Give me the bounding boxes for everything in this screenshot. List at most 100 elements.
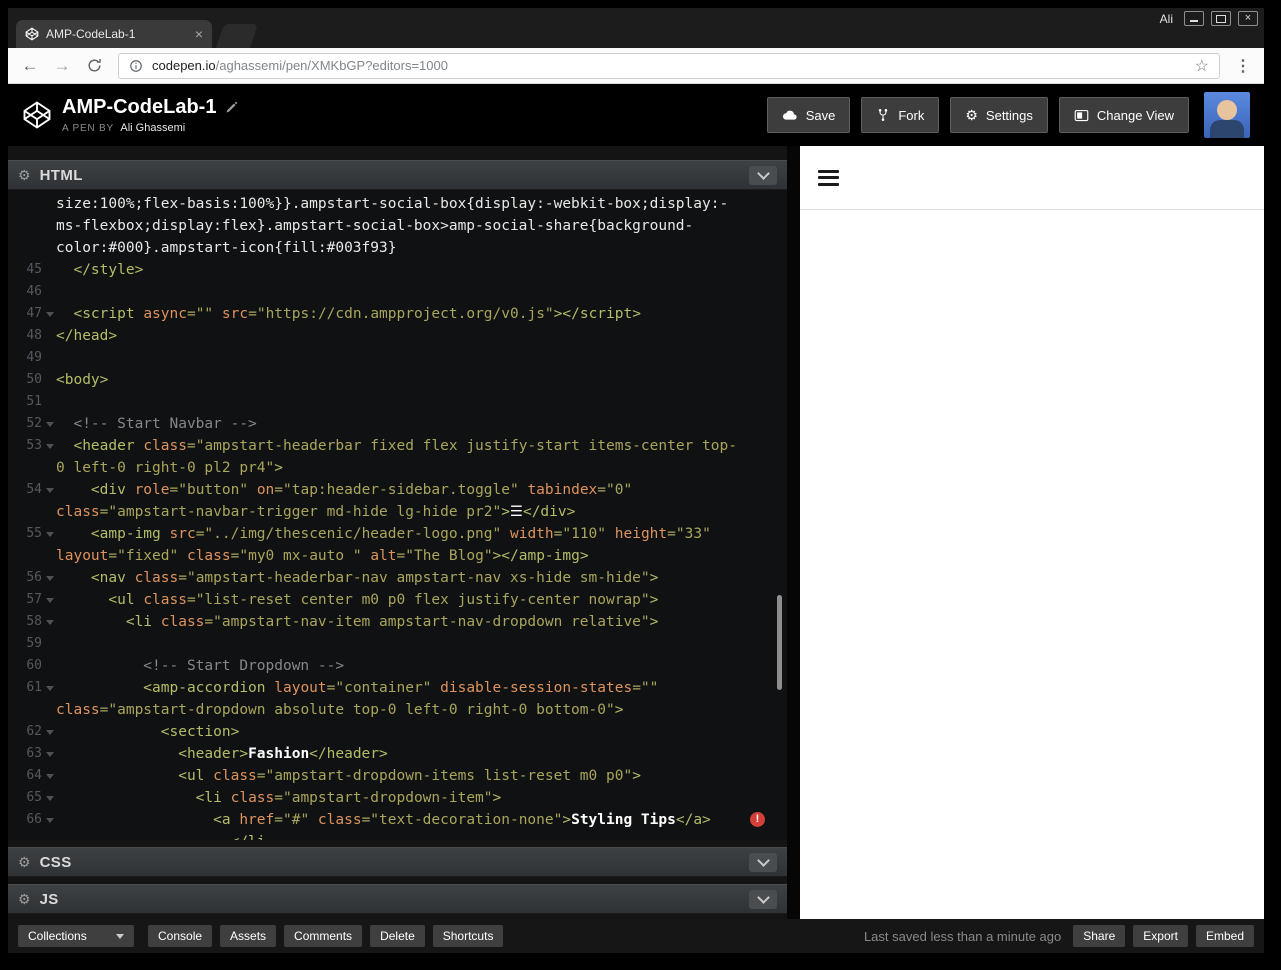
edit-title-icon[interactable] xyxy=(225,101,238,114)
tab-title: AMP-CodeLab-1 xyxy=(46,27,136,41)
code-fold-icon[interactable] xyxy=(42,589,56,611)
code-line[interactable]: 62 <section> xyxy=(8,721,787,743)
code-fold-icon[interactable] xyxy=(42,787,56,809)
browser-window: AMP-CodeLab-1 × Ali × ← → codepen.io/agh… xyxy=(8,8,1264,955)
code-line[interactable]: 0 left-0 right-0 pl2 pr4"> xyxy=(8,457,787,479)
code-line[interactable]: ms-flexbox;display:flex}.ampstart-social… xyxy=(8,215,787,237)
code-line[interactable]: layout="fixed" class="my0 mx-auto " alt=… xyxy=(8,545,787,567)
user-avatar[interactable] xyxy=(1204,92,1250,138)
code-fold-icon[interactable] xyxy=(42,435,56,457)
code-line[interactable]: 48 </head> xyxy=(8,325,787,347)
html-editor[interactable]: size:100%;flex-basis:100%}}.ampstart-soc… xyxy=(8,190,787,840)
css-pane-collapse-button[interactable] xyxy=(749,852,777,872)
bookmark-star-icon[interactable]: ☆ xyxy=(1195,56,1209,76)
maximize-button[interactable] xyxy=(1211,11,1231,26)
code-line[interactable]: 54 <div role="button" on="tap:header-sid… xyxy=(8,479,787,501)
code-line[interactable]: 64 <ul class="ampstart-dropdown-items li… xyxy=(8,765,787,787)
code-fold-gutter xyxy=(42,237,56,259)
code-line[interactable]: 57 <ul class="list-reset center m0 p0 fl… xyxy=(8,589,787,611)
html-pane-gear-icon[interactable]: ⚙ xyxy=(18,167,31,184)
css-pane-header[interactable]: ⚙ CSS xyxy=(8,847,787,877)
address-bar[interactable]: codepen.io/aghassemi/pen/XMKbGP?editors=… xyxy=(118,52,1220,79)
share-button[interactable]: Share xyxy=(1073,925,1126,947)
code-line[interactable]: class="ampstart-navbar-trigger md-hide l… xyxy=(8,501,787,523)
comments-button[interactable]: Comments xyxy=(284,925,363,947)
close-button[interactable]: × xyxy=(1238,11,1258,26)
save-button[interactable]: Save xyxy=(766,97,851,133)
code-line[interactable]: 45 </style> xyxy=(8,259,787,281)
code-line[interactable]: 46 xyxy=(8,281,787,303)
forward-button[interactable]: → xyxy=(48,56,76,76)
html-pane-collapse-button[interactable] xyxy=(749,165,777,185)
url-text[interactable]: codepen.io/aghassemi/pen/XMKbGP?editors=… xyxy=(152,58,448,73)
code-line[interactable]: 61 <amp-accordion layout="container" dis… xyxy=(8,677,787,699)
code-line[interactable]: 58 <li class="ampstart-nav-item ampstart… xyxy=(8,611,787,633)
code-fold-icon[interactable] xyxy=(42,765,56,787)
code-fold-gutter xyxy=(42,391,56,413)
delete-button[interactable]: Delete xyxy=(370,925,425,947)
code-line[interactable]: 51 xyxy=(8,391,787,413)
new-tab-button[interactable] xyxy=(216,24,258,48)
code-fold-icon[interactable] xyxy=(42,567,56,589)
code-line[interactable]: 47 <script async="" src="https://cdn.amp… xyxy=(8,303,787,325)
code-area[interactable]: size:100%;flex-basis:100%}}.ampstart-soc… xyxy=(8,193,787,840)
css-pane-gear-icon[interactable]: ⚙ xyxy=(18,854,31,871)
code-fold-icon[interactable] xyxy=(42,743,56,765)
code-line[interactable]: color:#000}.ampstart-icon{fill:#003f93} xyxy=(8,237,787,259)
html-pane-header[interactable]: ⚙ HTML xyxy=(8,160,787,190)
browser-tab[interactable]: AMP-CodeLab-1 × xyxy=(16,20,212,48)
author-link[interactable]: Ali Ghassemi xyxy=(120,122,185,134)
url-path: /aghassemi/pen/XMKbGP?editors=1000 xyxy=(215,58,448,73)
code-line[interactable]: 55 <amp-img src="../img/thescenic/header… xyxy=(8,523,787,545)
code-fold-icon[interactable] xyxy=(42,677,56,699)
code-line[interactable]: 50 <body> xyxy=(8,369,787,391)
code-fold-icon[interactable] xyxy=(42,611,56,633)
code-line[interactable]: 52 <!-- Start Navbar --> xyxy=(8,413,787,435)
code-fold-icon[interactable] xyxy=(42,479,56,501)
lint-error-icon[interactable]: ! xyxy=(750,812,765,827)
browser-menu-icon[interactable]: ⋮ xyxy=(1230,56,1256,76)
back-button[interactable]: ← xyxy=(16,56,44,76)
export-button[interactable]: Export xyxy=(1133,925,1188,947)
page-info-icon[interactable] xyxy=(129,59,143,73)
settings-button[interactable]: ⚙ Settings xyxy=(950,97,1048,133)
code-line[interactable]: 66 <a href="#" class="text-decoration-no… xyxy=(8,809,787,831)
code-fold-gutter xyxy=(42,545,56,567)
code-fold-icon[interactable] xyxy=(42,413,56,435)
change-view-button[interactable]: Change View xyxy=(1058,97,1189,133)
code-line[interactable]: 49 xyxy=(8,347,787,369)
code-fold-icon[interactable] xyxy=(42,303,56,325)
code-line[interactable]: size:100%;flex-basis:100%}}.ampstart-soc… xyxy=(8,193,787,215)
editor-scrollbar[interactable] xyxy=(777,595,782,690)
js-pane-collapse-button[interactable] xyxy=(749,889,777,909)
shortcuts-button[interactable]: Shortcuts xyxy=(432,925,504,947)
code-line[interactable]: 60 <!-- Start Dropdown --> xyxy=(8,655,787,677)
js-pane-gear-icon[interactable]: ⚙ xyxy=(18,891,31,908)
code-line[interactable]: 56 <nav class="ampstart-headerbar-nav am… xyxy=(8,567,787,589)
reload-button[interactable] xyxy=(80,57,108,74)
code-line[interactable]: class="ampstart-dropdown absolute top-0 … xyxy=(8,699,787,721)
js-pane-header[interactable]: ⚙ JS xyxy=(8,884,787,914)
code-line[interactable]: </li xyxy=(8,831,787,840)
code-fold-icon[interactable] xyxy=(42,523,56,545)
code-fold-icon[interactable] xyxy=(42,721,56,743)
embed-button[interactable]: Embed xyxy=(1195,925,1254,947)
assets-button[interactable]: Assets xyxy=(220,925,277,947)
fork-button[interactable]: Fork xyxy=(861,97,940,133)
collections-dropdown[interactable]: Collections xyxy=(18,925,134,947)
code-line[interactable]: 65 <li class="ampstart-dropdown-item"> xyxy=(8,787,787,809)
code-fold-gutter xyxy=(42,281,56,303)
pane-resizer[interactable] xyxy=(787,146,800,919)
tab-close-icon[interactable]: × xyxy=(195,26,203,42)
collections-label: Collections xyxy=(28,929,87,943)
code-line[interactable]: 59 xyxy=(8,633,787,655)
codepen-logo-icon[interactable] xyxy=(22,100,52,130)
hamburger-menu-icon[interactable] xyxy=(818,166,839,189)
fork-icon xyxy=(876,108,890,122)
minimize-button[interactable] xyxy=(1184,11,1204,26)
code-line[interactable]: 53 <header class="ampstart-headerbar fix… xyxy=(8,435,787,457)
code-fold-icon[interactable] xyxy=(42,809,56,831)
profile-name[interactable]: Ali xyxy=(1160,12,1173,26)
code-line[interactable]: 63 <header>Fashion</header> xyxy=(8,743,787,765)
console-button[interactable]: Console xyxy=(148,925,213,947)
